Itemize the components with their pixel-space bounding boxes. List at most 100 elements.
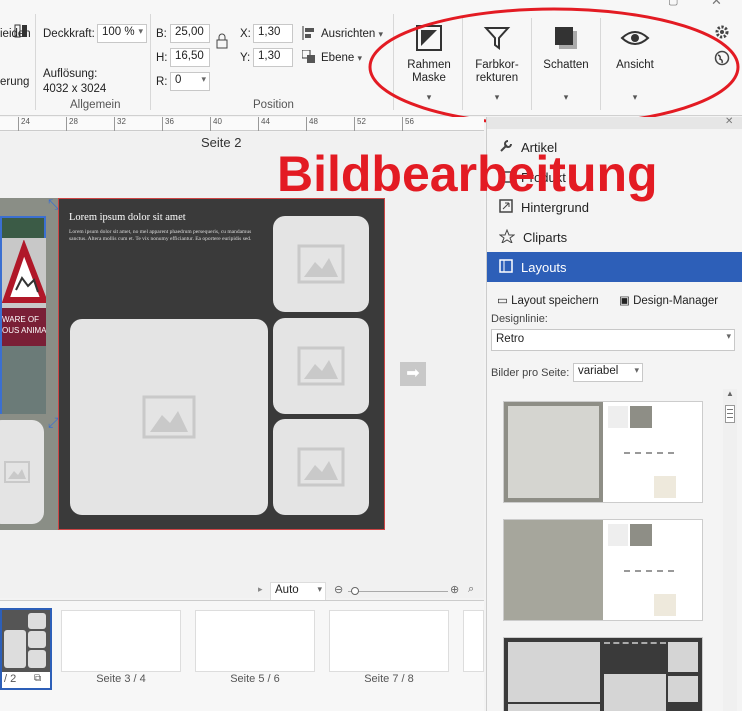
x-label: X: [240,28,251,40]
panel-header [487,117,742,129]
design-line-select[interactable]: Retro [491,329,735,351]
text-heading[interactable]: Lorem ipsum dolor sit amet [69,212,269,223]
page-thumbnail[interactable] [463,610,484,672]
image-icon [297,244,345,284]
page-strip: / 2 ⧉ Seite 3 / 4 Seite 5 / 6 Seite 7 / … [0,600,484,711]
sign-line-1: WARE OF [2,315,40,324]
save-layout-icon: ▭ [497,295,508,307]
save-layout-label: Layout speichern [511,295,599,307]
zoom-out-icon[interactable]: ⊖ [334,583,343,596]
lock-icon[interactable] [216,33,228,49]
partial-left-bottom-label[interactable]: erung [0,76,29,88]
design-manager-button[interactable]: ▣ Design-Manager [619,293,718,307]
layout-thumbnail[interactable] [503,401,703,503]
width-value: 25,00 [175,26,204,38]
side-panel: ✕ Artikel Produkt Hintergrund Cliparts L… [277,116,742,711]
image-placeholder[interactable] [273,216,369,312]
next-page-arrow-icon[interactable]: ➡ [400,362,426,386]
rotation-label: R: [156,76,168,88]
image-placeholder[interactable] [273,419,369,515]
rotation-value: 0 [175,74,182,86]
left-page[interactable]: WARE OF OUS ANIMA [0,198,58,530]
group-position-label: Position [253,99,294,111]
image-icon [297,346,345,386]
rotation-select[interactable]: 0 [170,72,210,91]
y-label: Y: [240,52,251,64]
layout-thumbnail[interactable] [503,519,703,621]
current-page-label: / 2 [4,673,17,685]
width-label: B: [156,28,167,40]
zoom-left-arrow-icon[interactable]: ▸ [258,584,263,595]
design-line-value: Retro [496,333,525,345]
scrollbar-thumb[interactable] [725,405,735,423]
height-value: 16,50 [175,50,204,62]
image-icon [297,447,345,487]
nav-label: Cliparts [523,229,568,245]
scroll-up-icon[interactable]: ▲ [726,389,734,398]
x-input[interactable]: 1,30 [253,24,293,43]
chevron-down-icon: ▾ [357,53,362,63]
image-placeholder[interactable] [70,319,268,515]
page-options-icon[interactable]: ⧉ [34,673,41,684]
ribbon-toolbar: ieiden erung Deckkraft: 100 % Auflösung:… [0,0,742,127]
images-per-page-value: variabel [578,365,619,377]
nav-item-layouts[interactable]: Layouts [487,252,742,282]
ruler-tick: 40 [210,117,222,131]
nav-item-cliparts[interactable]: Cliparts [487,222,742,252]
horizontal-ruler: 24 28 32 36 40 44 48 52 56 [0,117,484,131]
text-body[interactable]: Lorem ipsum dolor sit amet, no mel appar… [69,229,269,243]
sign-text: WARE OF OUS ANIMA [2,308,46,346]
annotation-ellipse [368,7,740,127]
design-manager-icon: ▣ [619,295,630,307]
right-page[interactable]: Lorem ipsum dolor sit amet Lorem ipsum d… [58,198,385,530]
zoom-slider-track[interactable] [348,591,448,592]
image-placeholder[interactable] [0,420,44,524]
layout-thumbnail[interactable] [503,637,703,711]
page-thumbnail[interactable] [195,610,315,672]
zoom-value: Auto [275,584,299,596]
zoom-fit-icon[interactable]: ⌕ [468,583,474,596]
page-label: Seite 3 / 4 [96,673,146,685]
page-thumbnail[interactable] [329,610,449,672]
layer-icon[interactable] [301,49,316,64]
width-input[interactable]: 25,00 [170,24,210,43]
page-thumbnail[interactable] [61,610,181,672]
ruler-tick: 44 [258,117,270,131]
layout-list [497,389,713,711]
height-label: H: [156,52,168,64]
layer-label: Ebene [321,52,355,64]
ruler-tick: 36 [162,117,174,131]
images-per-page-label: Bilder pro Seite: [491,367,570,379]
separator [35,14,36,110]
opacity-value: 100 % [102,26,135,38]
selected-photo[interactable]: WARE OF OUS ANIMA [0,216,46,414]
current-page-thumbnail[interactable]: / 2 ⧉ [0,608,52,690]
image-icon [4,461,30,483]
images-per-page-select[interactable]: variabel [573,363,643,382]
layer-button[interactable]: Ebene ▾ [321,52,362,64]
warning-sign-icon [2,240,46,303]
save-layout-button[interactable]: ▭ Layout speichern [497,293,599,307]
zoom-select[interactable]: Auto [270,582,326,601]
zoom-slider-handle[interactable] [351,587,359,595]
y-input[interactable]: 1,30 [253,48,293,67]
ruler-tick: 28 [66,117,78,131]
group-general-label: Allgemein [70,99,121,111]
zoom-in-icon[interactable]: ⊕ [450,583,459,596]
page-label: Seite 7 / 8 [364,673,414,685]
design-manager-label: Design-Manager [633,295,719,307]
sign-line-2: OUS ANIMA [2,326,46,335]
opacity-label: Deckkraft: [43,28,95,40]
close-icon[interactable]: ✕ [725,116,733,127]
image-icon [142,395,196,439]
image-placeholder[interactable] [273,318,369,414]
height-input[interactable]: 16,50 [170,48,210,67]
scrollbar[interactable]: ▲ [723,389,737,711]
x-value: 1,30 [258,26,281,38]
opacity-select[interactable]: 100 % [97,24,147,43]
align-icon[interactable] [302,26,316,40]
annotation-text: Bildbearbeitung [277,146,658,202]
ruler-tick: 52 [354,117,366,131]
mirror-icon[interactable] [14,24,28,38]
page-title: Seite 2 [201,135,242,150]
